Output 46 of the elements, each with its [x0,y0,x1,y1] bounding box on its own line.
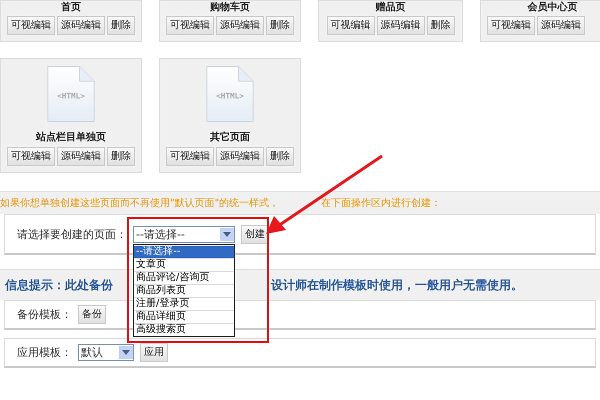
edit-button[interactable]: 删除 [107,16,135,35]
create-button[interactable]: 创建 [241,224,269,244]
edit-button[interactable]: 删除 [426,16,454,35]
html-file-icon: <HTML> [47,65,95,123]
edit-button[interactable]: 源码编辑 [216,147,264,166]
html-file-icon: <HTML> [206,65,254,123]
page-title: 购物车页 [210,1,250,14]
edit-button[interactable]: 可视编辑 [166,147,214,166]
chevron-down-icon [223,232,231,236]
page-title: 会员中心页 [528,1,578,14]
edit-button[interactable]: 源码编辑 [57,16,105,35]
edit-button[interactable]: 源码编辑 [537,16,585,35]
page-title: 首页 [61,1,81,14]
info-text: 信息提示：此处备份 [5,276,113,294]
dropdown-option[interactable]: 商品评论/咨询页 [134,270,234,284]
edit-button[interactable]: 可视编辑 [7,147,55,166]
edit-button[interactable]: 删除 [107,147,135,166]
edit-button[interactable]: 可视编辑 [326,16,374,35]
dropdown-option[interactable]: 文章页 [134,258,234,270]
apply-button[interactable]: 应用 [140,343,168,362]
dropdown-option[interactable]: 商品详细页 [134,310,234,322]
field-label: 备份模板： [17,307,72,322]
page-title: 其它页面 [210,131,250,144]
page-title: 站点栏目单独页 [36,131,106,144]
edit-button[interactable]: 可视编辑 [7,16,55,35]
chevron-down-icon [122,350,130,355]
field-label: 应用模板： [17,345,72,360]
notice-text: 如果你想单独创建这些页面而不再使用"默认页面"的统一样式， [0,196,280,210]
edit-button[interactable]: 可视编辑 [166,16,214,35]
info-text: 设计师在制作模板时使用，一般用户无需使用。 [271,276,524,294]
dropdown-option[interactable]: 注册/登录页 [134,296,234,310]
backup-button[interactable]: 备份 [78,305,106,324]
dropdown-option[interactable]: 商品列表页 [134,284,234,296]
field-label: 请选择要创建的页面： [17,226,127,242]
dropdown-option[interactable]: --请选择-- [134,244,234,258]
edit-button[interactable]: 删除 [266,147,294,166]
page-title: 赠品页 [376,1,406,14]
edit-button[interactable]: 可视编辑 [487,16,535,35]
edit-button[interactable]: 源码编辑 [57,147,105,166]
notice-text: 在下面操作区内进行创建： [321,196,442,210]
edit-button[interactable]: 源码编辑 [376,16,424,35]
dropdown-option[interactable]: 高级搜索页 [134,322,234,336]
edit-button[interactable]: 删除 [266,16,294,35]
edit-button[interactable]: 源码编辑 [216,16,264,35]
page-select[interactable]: --请选择-- [133,226,235,242]
template-select[interactable]: 默认 [78,344,134,361]
